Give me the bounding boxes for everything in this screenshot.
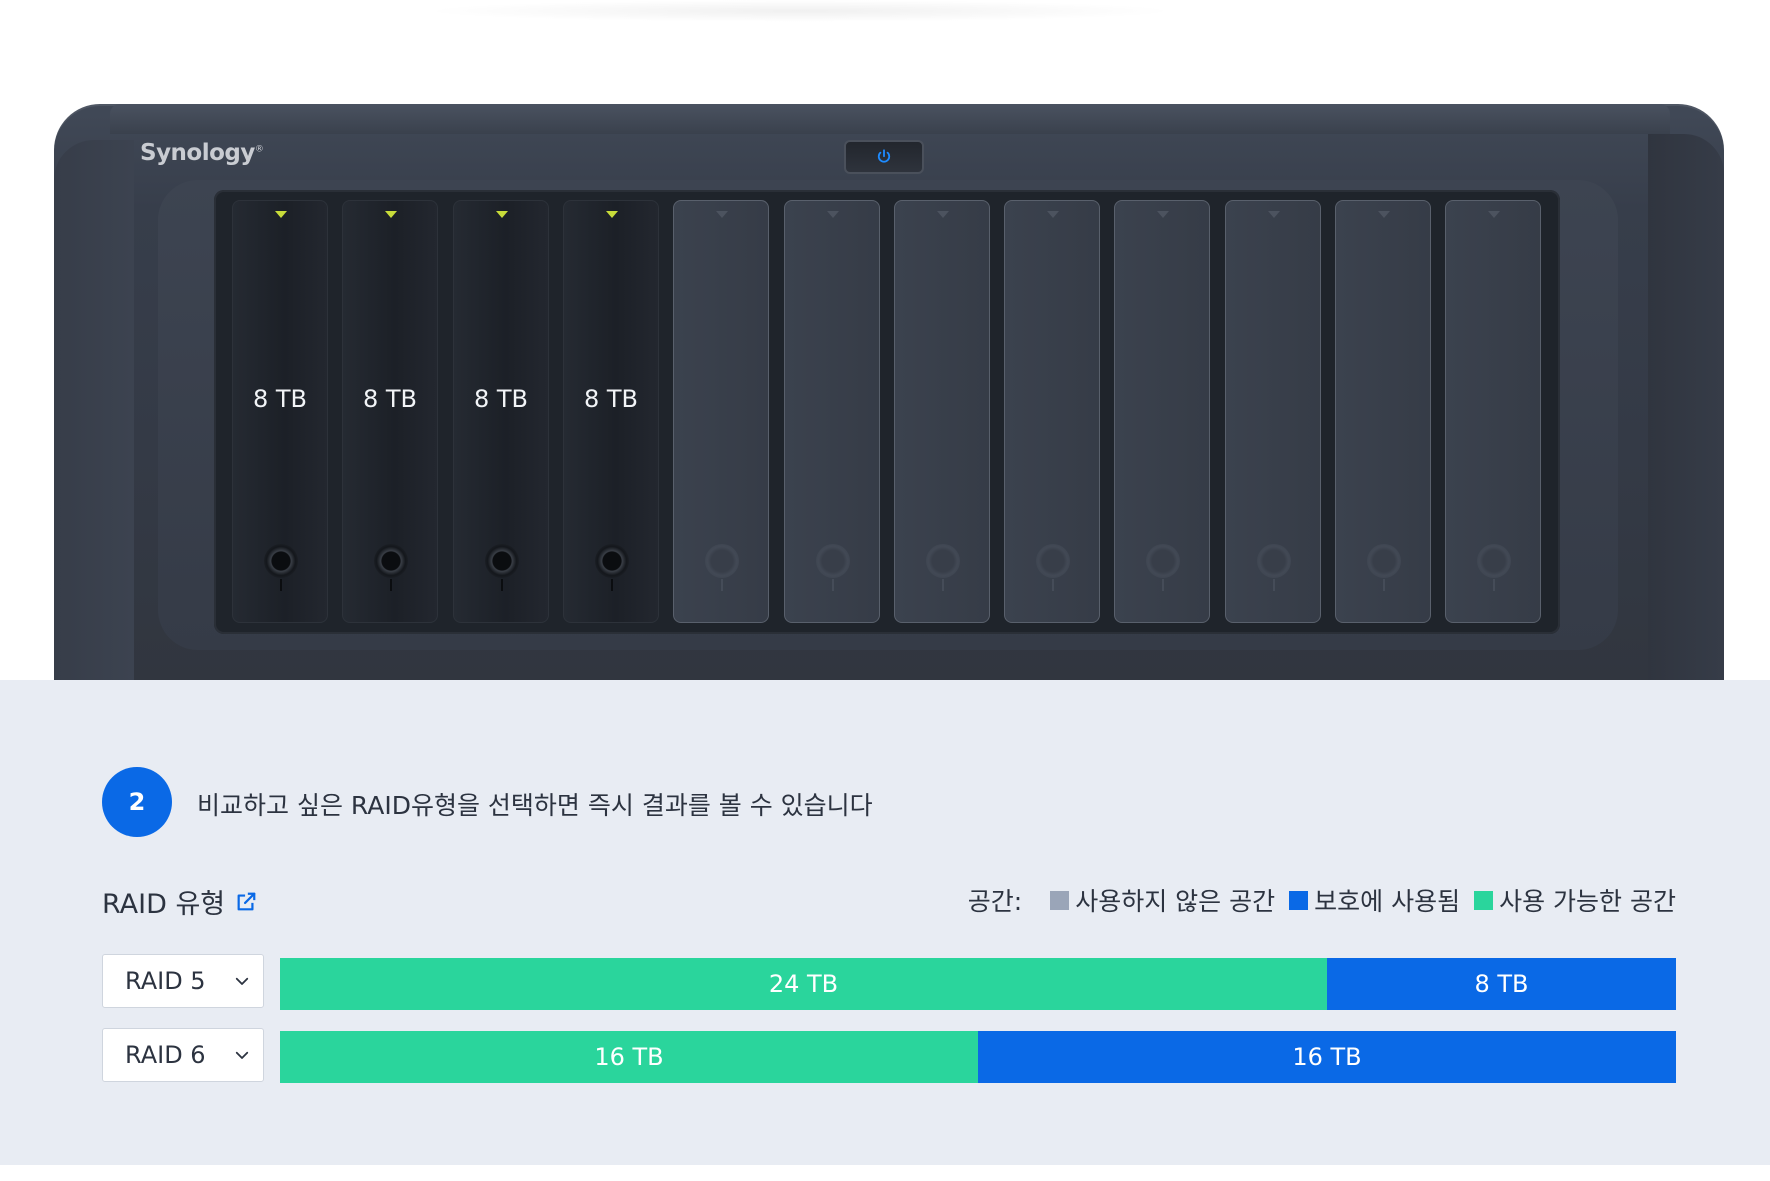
drive-status-led [385,211,397,218]
drive-lock-indicator [1383,579,1385,591]
drive-lock-indicator [280,579,282,591]
brand-name: Synology [140,140,255,166]
drive-bay-empty [1114,200,1210,623]
drive-status-led [1047,211,1059,218]
nas-left-panel [54,140,134,680]
space-legend: 공간: 사용하지 않은 공간 보호에 사용됨 사용 가능한 공간 [968,882,1676,918]
legend-swatch-unused [1050,890,1070,910]
drive-lock-icon [1367,544,1401,578]
drive-status-led [716,211,728,218]
drive-capacity-label: 8 TB [252,385,308,413]
capacity-bar-1: 24 TB 8 TB [280,958,1676,1010]
drive-bay-filled: 8 TB [342,200,438,623]
drive-lock-icon [926,544,960,578]
raid-type-select-value: RAID 6 [125,1041,206,1069]
drive-lock-icon [1257,544,1291,578]
drive-lock-indicator [1052,579,1054,591]
legend-text-protection: 보호에 사용됨 [1314,887,1461,916]
drive-status-led [606,211,618,218]
drive-lock-icon [595,544,629,578]
drive-lock-indicator [1273,579,1275,591]
capacity-segment-available: 16 TB [280,1031,978,1083]
drive-capacity-label: 8 TB [583,385,639,413]
raid-type-select-2[interactable]: RAID 6 [102,1028,264,1082]
drive-lock-icon [1036,544,1070,578]
drive-status-led [827,211,839,218]
drive-lock-icon [374,544,408,578]
nas-right-panel [1648,134,1724,680]
legend-item-unused: 사용하지 않은 공간 [1050,882,1275,918]
drive-lock-icon [1477,544,1511,578]
drive-bay-empty [1445,200,1541,623]
legend-item-protection: 보호에 사용됨 [1289,882,1460,918]
legend-label: 공간: [967,887,1023,916]
raid-config-panel [0,680,1770,1165]
drive-bay-empty [1004,200,1100,623]
legend-text-available: 사용 가능한 공간 [1499,887,1676,916]
drive-lock-icon [816,544,850,578]
drive-lock-indicator [721,579,723,591]
drive-status-led [1378,211,1390,218]
capacity-segment-protection: 8 TB [1327,958,1676,1010]
chevron-down-icon [235,977,249,985]
drive-lock-indicator [1493,579,1495,591]
drive-capacity-label: 8 TB [362,385,418,413]
step-number-badge: 2 [102,767,172,837]
raid-type-heading: RAID 유형 [102,882,257,921]
drive-status-led [496,211,508,218]
external-link-icon[interactable] [235,891,257,913]
drive-lock-icon [264,544,298,578]
power-button [844,140,924,174]
drive-bay-empty [1335,200,1431,623]
drive-bay-empty [1225,200,1321,623]
drive-bay-filled: 8 TB [453,200,549,623]
chevron-down-icon [235,1051,249,1059]
raid-type-title: RAID 유형 [102,889,226,920]
device-shadow [420,0,1180,22]
drive-status-led [1488,211,1500,218]
drive-lock-indicator [1162,579,1164,591]
capacity-bar-2: 16 TB 16 TB [280,1031,1676,1083]
nas-top-edge [110,104,1670,134]
raid-type-select-1[interactable]: RAID 5 [102,954,264,1008]
legend-swatch-available [1474,890,1494,910]
drive-bay-empty [673,200,769,623]
step-instruction: 비교하고 싶은 RAID유형을 선택하면 즉시 결과를 볼 수 있습니다 [197,791,873,820]
drive-lock-indicator [501,579,503,591]
raid-type-select-value: RAID 5 [125,967,206,995]
drive-lock-icon [1146,544,1180,578]
drive-bay-empty [784,200,880,623]
drive-lock-indicator [942,579,944,591]
drive-capacity-label: 8 TB [473,385,529,413]
legend-item-available: 사용 가능한 공간 [1474,882,1676,918]
drive-status-led [275,211,287,218]
drive-lock-indicator [611,579,613,591]
drive-lock-indicator [390,579,392,591]
drive-bay-empty [894,200,990,623]
synology-logo: Synology® [140,140,264,166]
drive-lock-indicator [832,579,834,591]
drive-status-led [1157,211,1169,218]
drive-status-led [937,211,949,218]
drive-bay-filled: 8 TB [563,200,659,623]
drive-bay-filled: 8 TB [232,200,328,623]
drive-lock-icon [485,544,519,578]
capacity-segment-protection: 16 TB [978,1031,1676,1083]
legend-text-unused: 사용하지 않은 공간 [1075,887,1276,916]
brand-registered-mark: ® [254,144,264,155]
drive-lock-icon [705,544,739,578]
capacity-segment-available: 24 TB [280,958,1327,1010]
drive-status-led [1268,211,1280,218]
power-icon [877,149,891,163]
raid-calculator-page: Synology® 8 TB 8 TB 8 TB 8 TB 2 비교하고 싶은 RAI… [0,0,1770,1181]
legend-swatch-protection [1289,890,1309,910]
